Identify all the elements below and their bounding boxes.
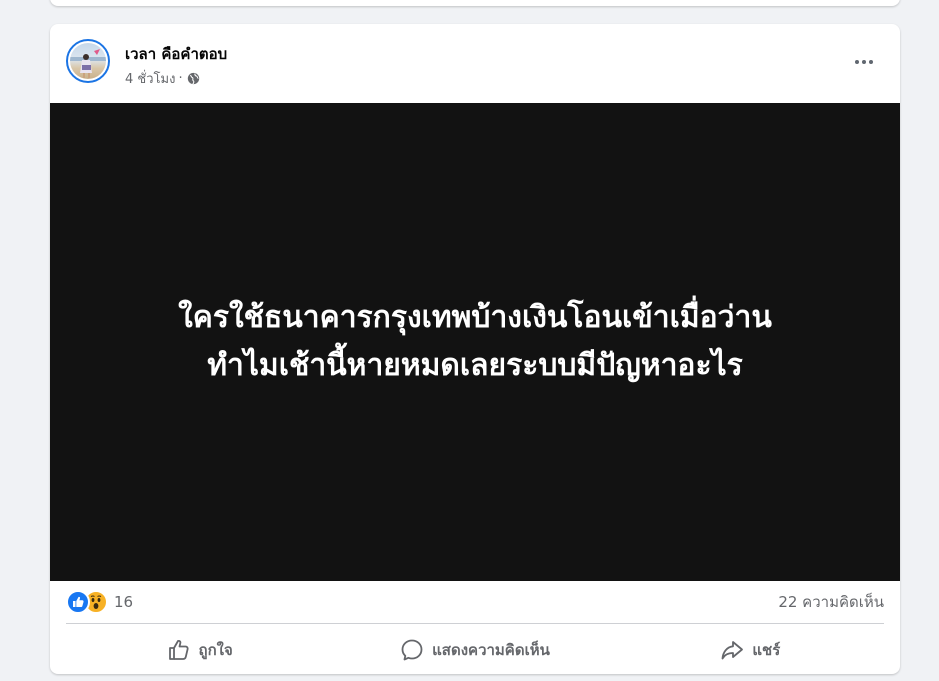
- more-options-icon[interactable]: [846, 47, 882, 77]
- image-text-line-2: ทำไมเช้านี้หายหมดเลยระบบมีปัญหาอะไร: [207, 348, 743, 383]
- like-reaction-icon: [66, 590, 90, 614]
- share-arrow-icon: [721, 641, 744, 660]
- globe-icon[interactable]: [187, 72, 200, 85]
- share-button[interactable]: แชร์: [613, 628, 888, 672]
- post-header: เวลา คือคำตอบ 4 ชั่วโมง ·: [50, 24, 900, 103]
- reactions-summary[interactable]: 16: [66, 590, 133, 614]
- reaction-count: 16: [114, 593, 134, 611]
- post-actions: ถูกใจ แสดงความคิดเห็น แชร์: [62, 628, 888, 672]
- like-label: ถูกใจ: [198, 641, 233, 659]
- meta-separator: ·: [178, 71, 183, 86]
- comment-bubble-icon: [401, 639, 423, 661]
- image-text-line-1: ใครใช้ธนาคารกรุงเทพบ้างเงินโอนเข้าเมื่อว…: [178, 300, 772, 335]
- post-text-image[interactable]: ใครใช้ธนาคารกรุงเทพบ้างเงินโอนเข้าเมื่อว…: [50, 103, 900, 581]
- comment-label: แสดงความคิดเห็น: [432, 641, 550, 659]
- stats-divider: [66, 623, 884, 624]
- like-button[interactable]: ถูกใจ: [62, 628, 337, 672]
- thumbs-up-icon: [168, 639, 189, 660]
- previous-post-card: [50, 0, 900, 6]
- avatar-photo: [70, 43, 106, 79]
- comment-button[interactable]: แสดงความคิดเห็น: [337, 628, 612, 672]
- author-name[interactable]: เวลา คือคำตอบ: [125, 42, 227, 66]
- comment-count[interactable]: 22 ความคิดเห็น: [778, 590, 884, 614]
- post-stats: 16 22 ความคิดเห็น: [66, 581, 884, 623]
- post-card: เวลา คือคำตอบ 4 ชั่วโมง · ใครใช้ธนาคารกร…: [50, 24, 900, 674]
- post-meta: 4 ชั่วโมง ·: [125, 68, 200, 89]
- post-timestamp[interactable]: 4 ชั่วโมง: [125, 68, 175, 89]
- author-avatar[interactable]: [66, 39, 110, 83]
- share-label: แชร์: [752, 641, 781, 659]
